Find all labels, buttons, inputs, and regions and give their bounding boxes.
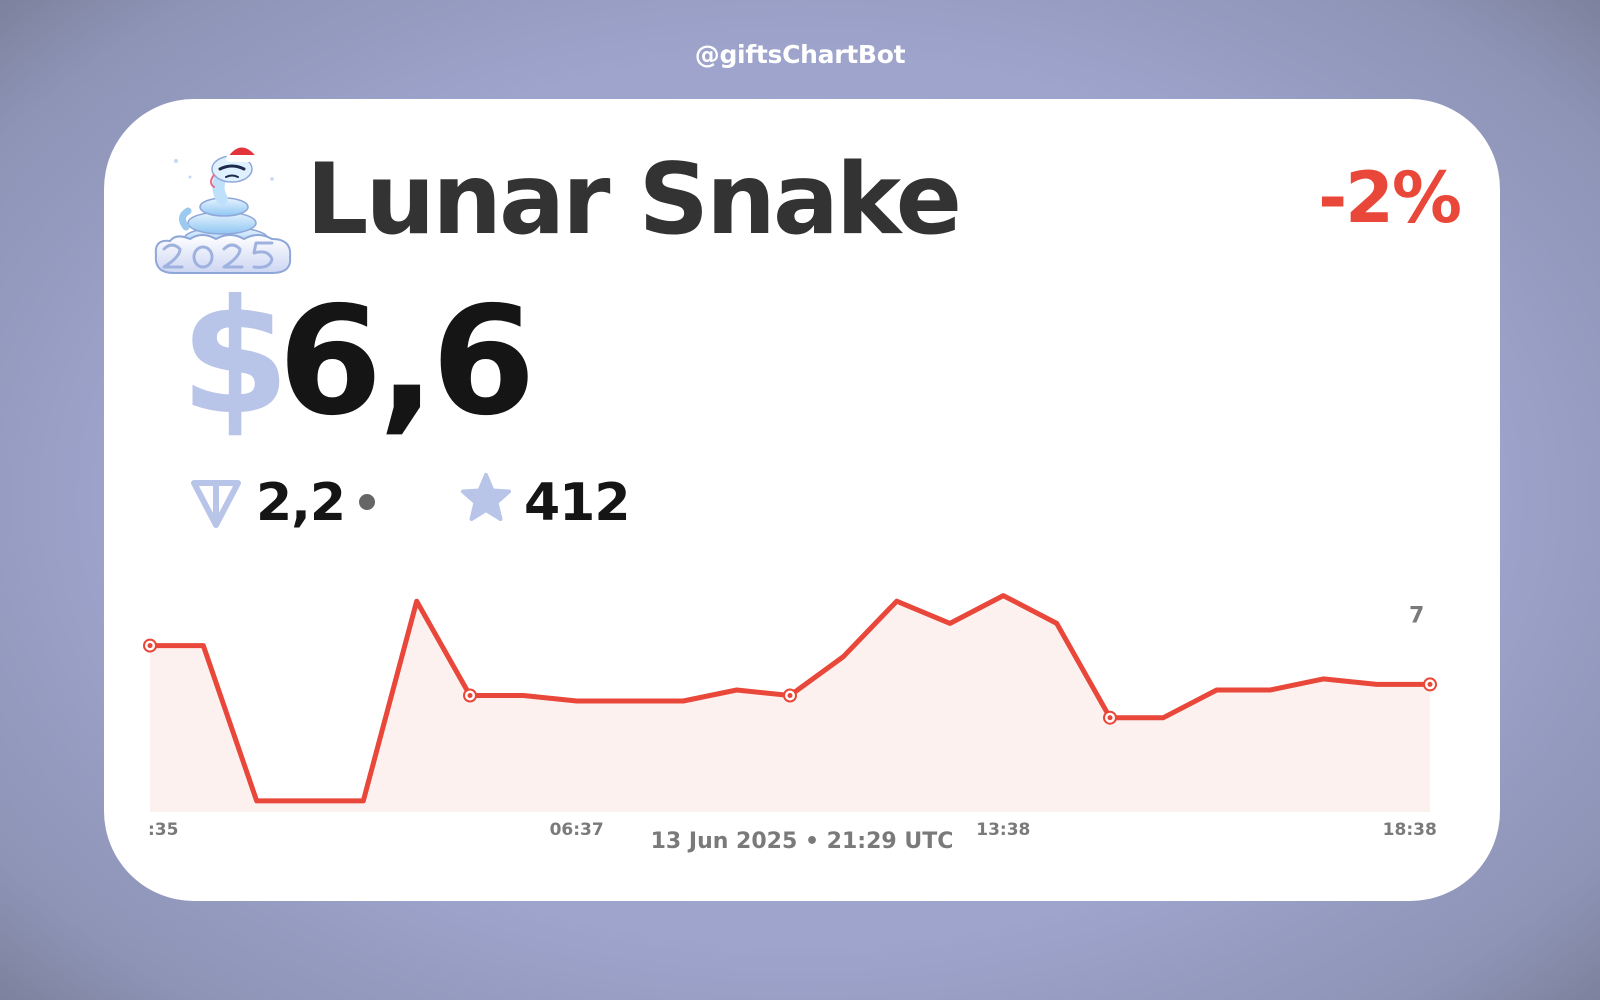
ton-icon bbox=[191, 480, 241, 528]
stars-price: 412 bbox=[524, 473, 631, 533]
usd-price: 6,6 bbox=[278, 275, 536, 449]
separator-dot bbox=[359, 494, 375, 510]
chart-point-marker-dot bbox=[1107, 715, 1113, 721]
gift-title: Lunar Snake bbox=[306, 143, 962, 257]
usd-symbol: $ bbox=[180, 266, 290, 450]
chart-point-marker-dot bbox=[467, 693, 473, 698]
ton-price: 2,2 bbox=[256, 473, 346, 533]
chart-point-marker-dot bbox=[1427, 681, 1433, 687]
timestamp: 13 Jun 2025 • 21:29 UTC bbox=[650, 829, 954, 854]
chart-point-marker-dot bbox=[147, 643, 153, 649]
bot-handle: @giftsChartBot bbox=[694, 40, 906, 69]
price-change-badge: -2% bbox=[1318, 157, 1462, 239]
chart-y-label: 7 bbox=[1409, 604, 1424, 629]
chart-area-fill bbox=[150, 595, 1430, 812]
chart-point-marker-dot bbox=[787, 693, 793, 698]
price-chart: :35 06:37 13:38 18:38 7 bbox=[143, 593, 1437, 839]
snake-2025-icon bbox=[154, 140, 292, 274]
gift-card: Lunar Snake -2% $ 6,6 2,2 412 :35 06:37 13… bbox=[104, 99, 1500, 901]
star-icon bbox=[461, 473, 511, 521]
